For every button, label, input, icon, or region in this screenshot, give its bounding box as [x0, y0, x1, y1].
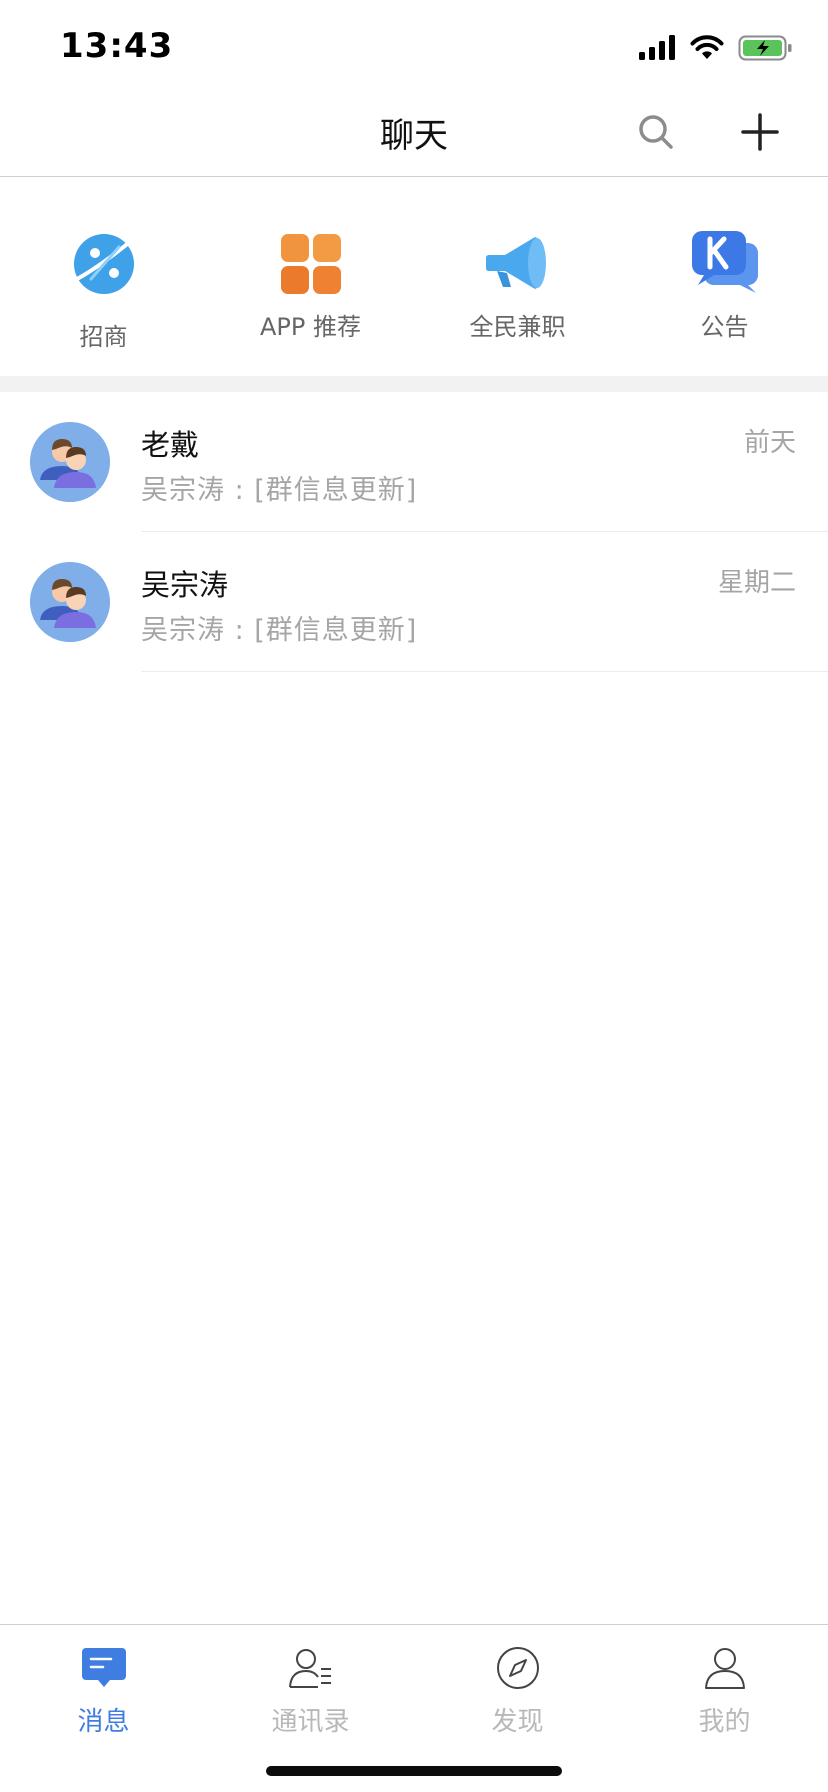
battery-charging-icon [738, 35, 792, 61]
section-divider [0, 376, 828, 392]
chat-name: 老戴 [141, 428, 200, 462]
profile-icon [704, 1648, 745, 1689]
plus-icon[interactable] [740, 112, 780, 152]
message-icon [81, 1648, 126, 1687]
chat-screen: 13:43 聊天 招商 APP 推荐 全民兼职 公告 老戴 吴宗涛: [群信息… [0, 0, 828, 1792]
tab-profile[interactable]: 我的 [621, 1635, 828, 1745]
shortcut-grid: 招商 APP 推荐 全民兼职 公告 [0, 177, 828, 375]
tab-contacts[interactable]: 通讯录 [207, 1635, 414, 1745]
shortcut-app-recommend[interactable]: APP 推荐 [207, 177, 414, 375]
group-avatar-icon [30, 422, 110, 502]
shortcut-label: 全民兼职 [469, 313, 566, 341]
tab-messages[interactable]: 消息 [0, 1635, 207, 1745]
chat-list: 老戴 吴宗涛 : [群信息更新] 前天 吴宗涛 吴宗涛 : [群信息更新] 星期… [0, 392, 828, 672]
shortcut-label: APP 推荐 [260, 313, 361, 341]
nav-bar: 聊天 [0, 100, 828, 177]
home-indicator[interactable] [266, 1766, 562, 1776]
tab-label: 我的 [698, 1707, 751, 1737]
group-avatar-icon [30, 562, 110, 642]
shortcut-zhaoshang[interactable]: 招商 [0, 177, 207, 375]
tab-label: 通讯录 [271, 1707, 350, 1737]
shortcut-part-time[interactable]: 全民兼职 [414, 177, 621, 375]
status-icons [638, 34, 794, 62]
row-divider [141, 671, 828, 672]
status-bar: 13:43 [0, 0, 828, 100]
signal-icon [639, 35, 675, 60]
tab-label: 消息 [77, 1707, 130, 1737]
chat-time: 前天 [743, 428, 796, 458]
chat-name: 吴宗涛 [141, 568, 229, 602]
shortcut-announcement[interactable]: 公告 [621, 177, 828, 375]
status-time: 13:43 [60, 26, 174, 66]
chat-item-wuzongtao[interactable]: 吴宗涛 吴宗涛 : [群信息更新] 星期二 [0, 532, 828, 672]
app-grid-icon [280, 234, 341, 294]
shortcut-label: 公告 [700, 313, 749, 341]
chat-preview: 吴宗涛 : [群信息更新] [141, 475, 418, 506]
chat-time: 星期二 [717, 568, 796, 598]
chat-preview: 吴宗涛 : [群信息更新] [141, 615, 418, 646]
compass-icon [496, 1647, 539, 1689]
tab-discover[interactable]: 发现 [414, 1635, 621, 1745]
search-icon[interactable] [636, 112, 676, 152]
contacts-icon [288, 1649, 331, 1688]
chat-item-laodai[interactable]: 老戴 吴宗涛 : [群信息更新] 前天 [0, 392, 828, 532]
k-chat-icon [691, 231, 758, 293]
wifi-icon [690, 35, 724, 59]
page-title: 聊天 [380, 116, 448, 156]
tab-label: 发现 [491, 1707, 544, 1737]
shortcut-label: 招商 [79, 323, 128, 351]
planet-percent-icon [73, 234, 134, 294]
megaphone-icon [485, 237, 546, 289]
